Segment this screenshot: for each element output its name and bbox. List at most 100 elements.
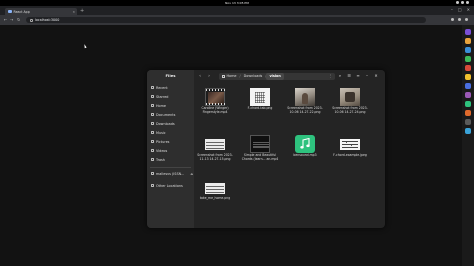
sidebar-item-trash[interactable]: Trash — [151, 157, 165, 162]
reload-icon[interactable]: ↻ — [17, 17, 20, 22]
sidebar-item-music[interactable]: Music — [151, 130, 166, 135]
image-thumbnail — [250, 88, 270, 106]
system-tray[interactable] — [456, 1, 469, 4]
view-toggle-icon[interactable]: ☰ — [346, 73, 352, 79]
sidebar-item-label: Pictures — [156, 139, 170, 144]
maximize-icon[interactable]: □ — [458, 8, 462, 12]
video-thumbnail — [205, 88, 226, 106]
dock-app-icon[interactable] — [465, 47, 471, 53]
address-bar[interactable]: localhost:3000 — [26, 17, 426, 23]
back-icon[interactable]: ← — [4, 17, 7, 22]
clock[interactable]: Nov 13 3:05 PM — [0, 1, 474, 5]
files-window: Files Recent Starred Home Documents Down… — [147, 70, 385, 228]
sidebar-item-videos[interactable]: Videos — [151, 148, 167, 153]
dock-app-icon[interactable] — [465, 92, 471, 98]
network-icon[interactable] — [456, 1, 459, 4]
file-name: Screenshot from 2023-10-06 14-27-22.png — [287, 106, 323, 114]
sidebar-item-downloads[interactable]: Downloads — [151, 121, 175, 126]
path-menu-icon[interactable]: ⋮ — [329, 74, 332, 78]
dock-app-icon[interactable] — [465, 83, 471, 89]
dock-app-icon[interactable] — [465, 128, 471, 134]
sidebar-item-pictures[interactable]: Pictures — [151, 139, 169, 144]
music-icon — [151, 131, 154, 134]
file-item[interactable]: F-chord-tab.png — [243, 88, 277, 120]
download-icon — [151, 122, 154, 125]
dock-app-icon[interactable] — [465, 110, 471, 116]
dock-app-icon[interactable] — [465, 29, 471, 35]
profile-icon[interactable] — [458, 18, 461, 21]
file-item[interactable]: Simple and Beautiful Chords (learn... an… — [241, 135, 279, 167]
home-icon — [222, 74, 225, 78]
dock-app-icon[interactable] — [465, 119, 471, 125]
image-thumbnail — [340, 88, 360, 106]
drive-icon — [151, 172, 154, 175]
file-name: take_me_home.png — [199, 196, 231, 200]
power-icon[interactable] — [466, 1, 469, 4]
file-name: Screenshot from 2023-10-06 14-27-24.png — [332, 106, 368, 114]
sidebar-item-label: Recent — [156, 85, 168, 90]
extensions-icon[interactable] — [451, 18, 454, 21]
menu-icon[interactable] — [465, 18, 468, 21]
file-item[interactable]: bensound.mp3 — [288, 135, 322, 167]
music-note-icon — [300, 138, 310, 149]
search-icon[interactable]: ⌕ — [337, 73, 343, 79]
breadcrumb-label: Home — [226, 74, 237, 78]
file-name: Simple and Beautiful Chords (learn... an… — [241, 153, 279, 161]
new-tab-icon[interactable]: + — [80, 8, 84, 14]
picture-icon — [151, 140, 154, 143]
sidebar-item-home[interactable]: Home — [151, 103, 166, 108]
clock-icon — [151, 86, 154, 89]
dock-app-icon[interactable] — [465, 56, 471, 62]
sidebar-item-label: Home — [156, 103, 167, 108]
dock-app-icon[interactable] — [465, 74, 471, 80]
file-item[interactable]: Screenshot from 2023-10-06 14-27-24.png — [332, 88, 368, 120]
tab-close-icon[interactable]: ✕ — [72, 10, 75, 14]
eject-icon[interactable]: ⏏ — [190, 172, 193, 176]
sidebar-item-other-locations[interactable]: Other Locations — [151, 183, 183, 188]
file-item[interactable]: F-chord-example.jpeg — [333, 135, 367, 167]
file-item[interactable]: take_me_home.png — [198, 181, 232, 213]
close-window-icon[interactable]: ✕ — [373, 73, 379, 79]
dock-app-icon[interactable] — [465, 65, 471, 71]
dock-app-icon[interactable] — [465, 101, 471, 107]
forward-icon[interactable]: → — [10, 17, 13, 22]
file-name: F-chord-tab.png — [247, 106, 273, 110]
video-thumbnail — [250, 135, 270, 153]
file-name: bensound.mp3 — [293, 153, 317, 157]
file-item[interactable]: Caroline (Winger) Fingerstyle.mp4 — [198, 88, 232, 120]
plus-icon — [151, 184, 154, 187]
browser-tab-bar: React App ✕ + – □ ✕ — [0, 6, 474, 15]
sidebar-item-label: mallesvs (ISSN... — [156, 171, 185, 176]
sidebar-divider — [150, 167, 191, 168]
breadcrumb-downloads[interactable]: Downloads — [241, 73, 266, 80]
trash-icon — [151, 158, 154, 161]
app-dock — [462, 25, 474, 266]
browser-tab[interactable]: React App ✕ — [5, 8, 77, 15]
image-thumbnail — [295, 88, 315, 106]
volume-icon[interactable] — [461, 1, 464, 4]
forward-icon[interactable]: › — [206, 73, 212, 79]
sidebar-item-documents[interactable]: Documents — [151, 112, 175, 117]
minimize-icon[interactable]: – — [451, 8, 453, 12]
dock-app-icon[interactable] — [465, 38, 471, 44]
breadcrumb-home[interactable]: Home — [219, 73, 240, 80]
file-item[interactable]: Screenshot from 2023-11-13 14-27-15.png — [197, 135, 233, 167]
files-app-title: Files — [165, 73, 176, 78]
sidebar-item-starred[interactable]: Starred — [151, 94, 168, 99]
browser-actions — [451, 18, 468, 21]
sidebar-item-drive[interactable]: mallesvs (ISSN... ⏏ — [151, 171, 193, 176]
image-thumbnail — [205, 139, 225, 150]
file-grid: Caroline (Winger) Fingerstyle.mp4 F-chor… — [194, 82, 385, 228]
file-item[interactable]: Screenshot from 2023-10-06 14-27-22.png — [287, 88, 323, 120]
close-window-icon[interactable]: ✕ — [467, 8, 470, 12]
breadcrumb-label: Downloads — [243, 74, 263, 78]
minimize-icon[interactable]: – — [364, 73, 370, 79]
back-icon[interactable]: ‹ — [197, 73, 203, 79]
home-icon — [151, 104, 154, 107]
site-info-icon[interactable] — [30, 18, 33, 22]
file-name: Caroline (Winger) Fingerstyle.mp4 — [201, 106, 229, 114]
tab-title: React App — [13, 9, 30, 14]
sidebar-item-recent[interactable]: Recent — [151, 85, 168, 90]
menu-icon[interactable]: ≡ — [355, 73, 361, 79]
breadcrumb-vision[interactable]: vision — [266, 72, 284, 80]
